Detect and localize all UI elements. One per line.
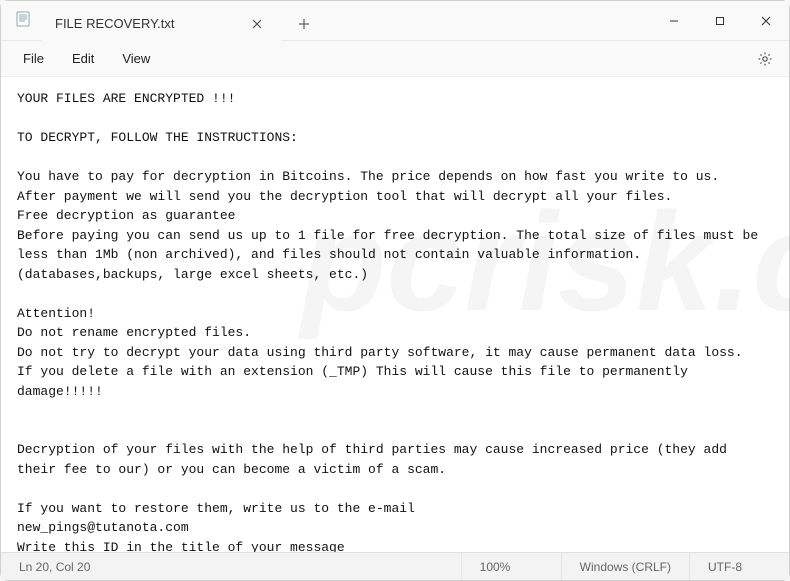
text-line: After payment we will send you the decry…: [17, 189, 672, 204]
text-line: Write this ID in the title of your messa…: [17, 540, 345, 553]
tab-title: FILE RECOVERY.txt: [55, 16, 243, 31]
status-line-ending[interactable]: Windows (CRLF): [561, 553, 689, 580]
text-line: YOUR FILES ARE ENCRYPTED !!!: [17, 91, 235, 106]
text-line: TO DECRYPT, FOLLOW THE INSTRUCTIONS:: [17, 130, 298, 145]
gear-icon: [757, 51, 773, 67]
close-window-button[interactable]: [743, 1, 789, 41]
text-line: Do not rename encrypted files.: [17, 325, 251, 340]
text-line: Attention!: [17, 306, 95, 321]
menu-file[interactable]: File: [9, 45, 58, 72]
menu-edit[interactable]: Edit: [58, 45, 108, 72]
text-line: Free decryption as guarantee: [17, 208, 235, 223]
text-line: Before paying you can send us up to 1 fi…: [17, 228, 766, 282]
settings-button[interactable]: [749, 43, 781, 75]
text-line: If you want to restore them, write us to…: [17, 501, 415, 516]
text-line: Do not try to decrypt your data using th…: [17, 345, 743, 360]
document-tab[interactable]: FILE RECOVERY.txt: [41, 7, 281, 41]
app-icon: [1, 11, 41, 30]
statusbar: Ln 20, Col 20 100% Windows (CRLF) UTF-8: [1, 552, 789, 580]
new-tab-button[interactable]: [287, 7, 321, 41]
minimize-button[interactable]: [651, 1, 697, 41]
text-line: new_pings@tutanota.com: [17, 520, 189, 535]
close-tab-icon[interactable]: [243, 10, 271, 38]
text-line: You have to pay for decryption in Bitcoi…: [17, 169, 719, 184]
titlebar: FILE RECOVERY.txt: [1, 1, 789, 41]
maximize-button[interactable]: [697, 1, 743, 41]
menu-view[interactable]: View: [108, 45, 164, 72]
text-line: If you delete a file with an extension (…: [17, 364, 696, 399]
text-editor-area[interactable]: YOUR FILES ARE ENCRYPTED !!! TO DECRYPT,…: [1, 77, 789, 552]
text-line: Decryption of your files with the help o…: [17, 442, 735, 477]
menubar: File Edit View: [1, 41, 789, 77]
status-encoding[interactable]: UTF-8: [689, 553, 789, 580]
status-cursor-position[interactable]: Ln 20, Col 20: [1, 560, 108, 574]
window-controls: [651, 1, 789, 41]
status-zoom[interactable]: 100%: [461, 553, 561, 580]
